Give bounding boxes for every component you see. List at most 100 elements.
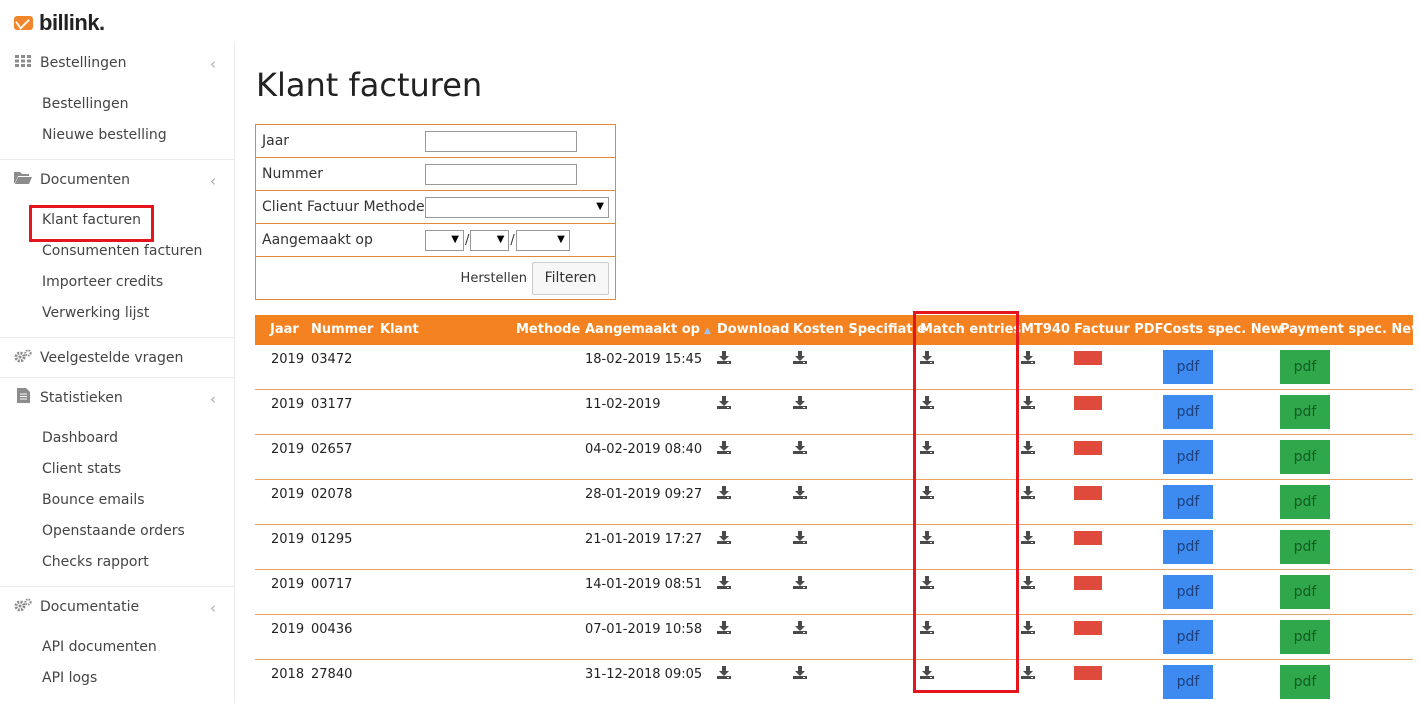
payment-spec-pdf-button[interactable]: pdf bbox=[1280, 620, 1330, 654]
mt940-download-icon[interactable] bbox=[1021, 531, 1035, 545]
factuur-pdf-button[interactable] bbox=[1074, 351, 1102, 365]
costs-spec-pdf-button[interactable]: pdf bbox=[1163, 665, 1213, 699]
col-jaar[interactable]: Jaar bbox=[270, 315, 299, 345]
brand-name: billink. bbox=[39, 10, 105, 35]
match-entries-download-icon[interactable] bbox=[920, 666, 934, 680]
kosten-download-icon[interactable] bbox=[793, 396, 807, 410]
download-icon[interactable] bbox=[717, 486, 731, 500]
costs-spec-pdf-button[interactable]: pdf bbox=[1163, 530, 1213, 564]
sidebar-section-documenten[interactable]: Documenten ‹ bbox=[0, 159, 234, 199]
download-icon[interactable] bbox=[717, 666, 731, 680]
mt940-download-icon[interactable] bbox=[1021, 576, 1035, 590]
costs-spec-pdf-button[interactable]: pdf bbox=[1163, 485, 1213, 519]
sidebar-item-verwerking-lijst[interactable]: Verwerking lijst bbox=[0, 298, 234, 329]
created-year-select[interactable]: ▼ bbox=[515, 229, 570, 251]
mt940-download-icon[interactable] bbox=[1021, 351, 1035, 365]
kosten-download-icon[interactable] bbox=[793, 441, 807, 455]
col-nummer[interactable]: Nummer bbox=[311, 315, 373, 345]
sidebar-item-bestellingen[interactable]: Bestellingen bbox=[0, 89, 234, 120]
reset-link[interactable]: Herstellen bbox=[461, 271, 527, 286]
kosten-download-icon[interactable] bbox=[793, 351, 807, 365]
payment-spec-pdf-button[interactable]: pdf bbox=[1280, 575, 1330, 609]
sidebar-item-client-stats[interactable]: Client stats bbox=[0, 454, 234, 485]
download-icon[interactable] bbox=[717, 576, 731, 590]
sidebar-section-veelgestelde-vragen[interactable]: Veelgestelde vragen bbox=[0, 337, 234, 377]
payment-spec-pdf-button[interactable]: pdf bbox=[1280, 395, 1330, 429]
mt940-download-icon[interactable] bbox=[1021, 486, 1035, 500]
factuur-pdf-button[interactable] bbox=[1074, 441, 1102, 455]
match-entries-download-icon[interactable] bbox=[920, 576, 934, 590]
col-match[interactable]: Match entries bbox=[920, 315, 1021, 345]
number-input[interactable] bbox=[425, 163, 577, 185]
kosten-download-icon[interactable] bbox=[793, 576, 807, 590]
payment-spec-pdf-button[interactable]: pdf bbox=[1280, 665, 1330, 699]
factuur-pdf-button[interactable] bbox=[1074, 621, 1102, 635]
sidebar-item-bounce-emails[interactable]: Bounce emails bbox=[0, 485, 234, 516]
col-aangemaakt[interactable]: Aangemaakt op ▲ bbox=[585, 315, 711, 345]
col-costs-new[interactable]: Costs spec. New bbox=[1163, 315, 1282, 345]
factuur-pdf-button[interactable] bbox=[1074, 396, 1102, 410]
logo[interactable]: billink. bbox=[14, 10, 105, 36]
col-klant[interactable]: Klant bbox=[380, 315, 419, 345]
kosten-download-icon[interactable] bbox=[793, 486, 807, 500]
sidebar-section-label: Statistieken bbox=[40, 389, 123, 406]
filter-button[interactable]: Filteren bbox=[532, 261, 609, 295]
kosten-download-icon[interactable] bbox=[793, 666, 807, 680]
payment-spec-pdf-button[interactable]: pdf bbox=[1280, 485, 1330, 519]
download-icon[interactable] bbox=[717, 351, 731, 365]
sidebar-section-documentatie[interactable]: Documentatie ‹ bbox=[0, 586, 234, 626]
sidebar-section-statistieken[interactable]: Statistieken ‹ bbox=[0, 377, 234, 417]
sidebar-submenu: Bestellingen Nieuwe bestelling bbox=[0, 83, 234, 159]
col-kosten[interactable]: Kosten Specifiatie bbox=[793, 315, 926, 345]
costs-spec-pdf-button[interactable]: pdf bbox=[1163, 350, 1213, 384]
col-methode[interactable]: Methode bbox=[516, 315, 580, 345]
sidebar-item-api-documenten[interactable]: API documenten bbox=[0, 632, 234, 663]
sidebar-item-checks-rapport[interactable]: Checks rapport bbox=[0, 547, 234, 578]
download-icon[interactable] bbox=[717, 441, 731, 455]
sidebar-item-openstaande-orders[interactable]: Openstaande orders bbox=[0, 516, 234, 547]
match-entries-download-icon[interactable] bbox=[920, 441, 934, 455]
payment-spec-pdf-button[interactable]: pdf bbox=[1280, 350, 1330, 384]
col-payment-new[interactable]: Payment spec. New bbox=[1280, 315, 1419, 345]
factuur-pdf-button[interactable] bbox=[1074, 486, 1102, 500]
created-month-select[interactable]: ▼ bbox=[470, 229, 510, 251]
factuur-pdf-button[interactable] bbox=[1074, 531, 1102, 545]
mt940-download-icon[interactable] bbox=[1021, 396, 1035, 410]
sidebar-section-bestellingen[interactable]: Bestellingen ‹ bbox=[0, 43, 234, 83]
factuur-pdf-button[interactable] bbox=[1074, 666, 1102, 680]
kosten-download-icon[interactable] bbox=[793, 621, 807, 635]
col-download[interactable]: Download bbox=[717, 315, 789, 345]
year-label: Jaar bbox=[262, 133, 290, 149]
col-mt940[interactable]: MT940 bbox=[1021, 315, 1070, 345]
sidebar-item-consumenten-facturen[interactable]: Consumenten facturen bbox=[0, 236, 234, 267]
match-entries-download-icon[interactable] bbox=[920, 486, 934, 500]
sidebar-item-api-logs[interactable]: API logs bbox=[0, 663, 234, 694]
costs-spec-pdf-button[interactable]: pdf bbox=[1163, 620, 1213, 654]
created-day-select[interactable]: ▼ bbox=[425, 229, 464, 251]
kosten-download-icon[interactable] bbox=[793, 531, 807, 545]
mt940-download-icon[interactable] bbox=[1021, 441, 1035, 455]
factuur-pdf-button[interactable] bbox=[1074, 576, 1102, 590]
match-entries-download-icon[interactable] bbox=[920, 396, 934, 410]
col-factuur[interactable]: Factuur PDF bbox=[1074, 315, 1163, 345]
match-entries-download-icon[interactable] bbox=[920, 351, 934, 365]
costs-spec-pdf-button[interactable]: pdf bbox=[1163, 575, 1213, 609]
match-entries-download-icon[interactable] bbox=[920, 621, 934, 635]
match-entries-download-icon[interactable] bbox=[920, 531, 934, 545]
sidebar-item-nieuwe-bestelling[interactable]: Nieuwe bestelling bbox=[0, 120, 234, 151]
payment-spec-pdf-button[interactable]: pdf bbox=[1280, 440, 1330, 474]
costs-spec-pdf-button[interactable]: pdf bbox=[1163, 395, 1213, 429]
mt940-download-icon[interactable] bbox=[1021, 666, 1035, 680]
dropdown-arrow-icon: ▼ bbox=[596, 200, 604, 212]
download-icon[interactable] bbox=[717, 621, 731, 635]
sidebar-item-dashboard[interactable]: Dashboard bbox=[0, 423, 234, 454]
download-icon[interactable] bbox=[717, 396, 731, 410]
costs-spec-pdf-button[interactable]: pdf bbox=[1163, 440, 1213, 474]
sidebar-item-klant-facturen[interactable]: Klant facturen bbox=[0, 205, 234, 242]
download-icon[interactable] bbox=[717, 531, 731, 545]
sidebar-item-importeer-credits[interactable]: Importeer credits bbox=[0, 267, 234, 298]
method-select[interactable]: ▼ bbox=[425, 196, 609, 218]
year-input[interactable] bbox=[425, 130, 577, 152]
payment-spec-pdf-button[interactable]: pdf bbox=[1280, 530, 1330, 564]
mt940-download-icon[interactable] bbox=[1021, 621, 1035, 635]
